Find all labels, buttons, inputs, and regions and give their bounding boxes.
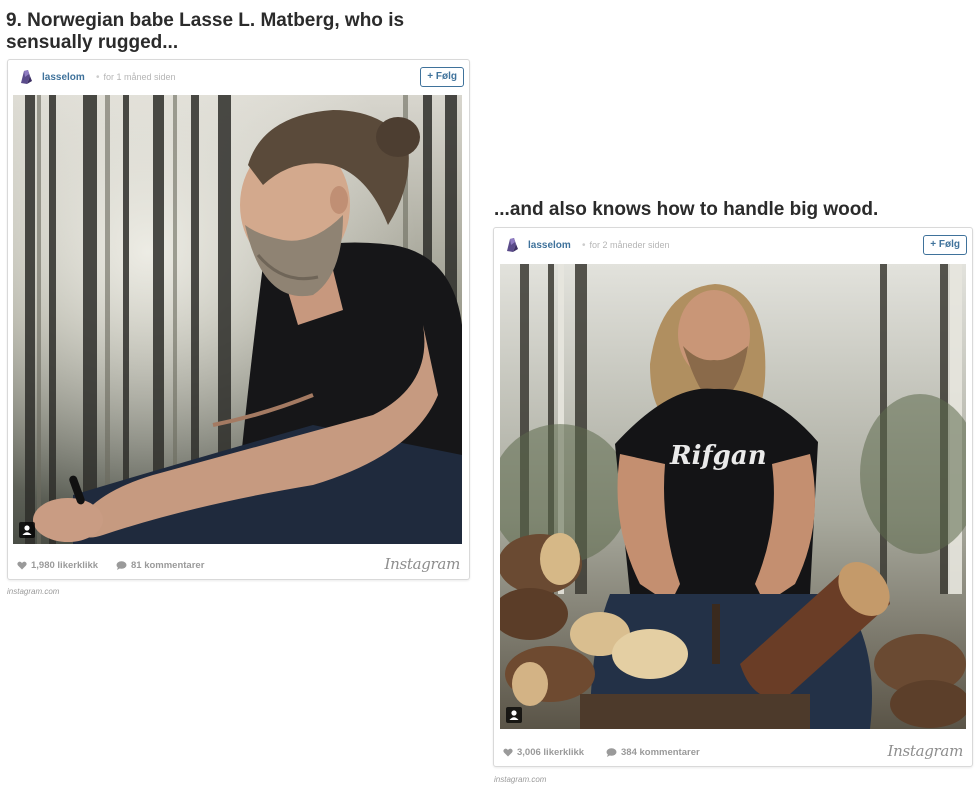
time-ago-text: for 2 måneder siden xyxy=(589,240,670,250)
source-credit[interactable]: instagram.com xyxy=(7,587,59,596)
post-time: • for 2 måneder siden xyxy=(578,240,670,251)
source-credit[interactable]: instagram.com xyxy=(494,775,546,784)
comment-icon xyxy=(606,748,617,757)
post-time: • for 1 måned siden xyxy=(92,72,176,83)
wood-chopping-image: Rifgan xyxy=(500,264,966,729)
embed-header: lasselom • for 1 måned siden + Følg xyxy=(8,60,469,96)
embed-footer: 1,980 likerklikk 81 kommentarer Instagra… xyxy=(8,549,469,579)
post-photo[interactable] xyxy=(13,95,462,544)
avatar[interactable] xyxy=(503,236,521,254)
instagram-logo[interactable]: Instagram xyxy=(385,555,461,573)
article-heading-1: 9. Norwegian babe Lasse L. Matberg, who … xyxy=(6,10,405,53)
comments-count[interactable]: 81 kommentarer xyxy=(116,560,204,571)
post-photo[interactable]: Rifgan xyxy=(500,264,966,729)
instagram-logo[interactable]: Instagram xyxy=(888,742,964,760)
article-heading-2: ...and also knows how to handle big wood… xyxy=(494,199,879,220)
separator-dot: • xyxy=(582,240,586,251)
username-link[interactable]: lasselom xyxy=(528,240,571,251)
embed-footer: 3,006 likerklikk 384 kommentarer Instagr… xyxy=(494,736,972,766)
embed-header: lasselom • for 2 måneder siden + Følg xyxy=(494,228,972,264)
likes-count[interactable]: 1,980 likerklikk xyxy=(17,560,98,571)
instagram-embed-2: lasselom • for 2 måneder siden + Følg Ri… xyxy=(493,227,973,767)
comment-icon xyxy=(116,561,127,570)
avatar[interactable] xyxy=(17,68,35,86)
likes-count[interactable]: 3,006 likerklikk xyxy=(503,747,584,758)
separator-dot: • xyxy=(96,72,100,83)
comments-count[interactable]: 384 kommentarer xyxy=(606,747,700,758)
user-tag-icon[interactable] xyxy=(506,707,522,723)
svg-text:Rifgan: Rifgan xyxy=(669,441,767,471)
follow-button[interactable]: + Følg xyxy=(923,235,967,255)
follow-button[interactable]: + Følg xyxy=(420,67,464,87)
heart-icon xyxy=(17,561,27,570)
heart-icon xyxy=(503,748,513,757)
forest-portrait-image xyxy=(13,95,462,544)
time-ago-text: for 1 måned siden xyxy=(103,72,176,82)
username-link[interactable]: lasselom xyxy=(42,72,85,83)
user-tag-icon[interactable] xyxy=(19,522,35,538)
instagram-embed-1: lasselom • for 1 måned siden + Følg 1,98… xyxy=(7,59,470,580)
